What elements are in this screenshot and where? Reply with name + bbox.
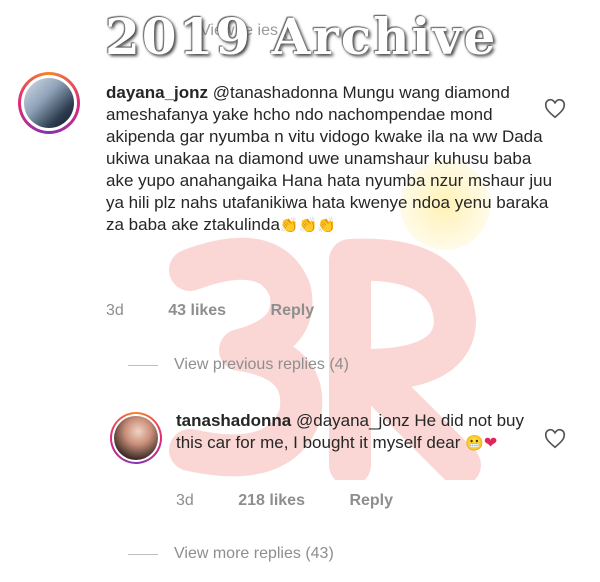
comment-likes[interactable]: 218 likes [238,492,305,509]
reply-button[interactable]: Reply [271,302,315,319]
divider [128,364,158,366]
reply-button[interactable]: Reply [349,492,393,509]
view-replies-label: View previous replies (4) [174,356,349,373]
comment-username[interactable]: tanashadonna [176,411,291,430]
avatar[interactable] [110,412,162,464]
view-replies-link[interactable]: View previous replies (4) [128,356,349,374]
grimace-emoji: 😬 [465,435,484,452]
comment-username[interactable]: dayana_jonz [106,83,208,102]
comment-meta: 3d 218 likes Reply [176,492,433,510]
comment-time: 3d [106,302,124,319]
view-replies-link[interactable]: View more replies (43) [128,545,334,563]
view-replies-label: View more replies (43) [174,545,334,562]
heart-outline-icon[interactable] [544,428,566,450]
comment-meta: 3d 43 likes Reply [106,302,354,320]
comment-body: dayana_jonz @tanashadonna Mungu wang dia… [106,82,554,237]
divider [128,553,158,555]
comment-text: @tanashadonna Mungu wang diamond ameshaf… [106,83,553,234]
avatar-photo [114,416,158,460]
heart-emoji: ❤ [483,435,498,452]
avatar[interactable] [18,72,80,134]
reply-body: tanashadonna @dayana_jonz He did not buy… [176,410,546,455]
comment-time: 3d [176,492,194,509]
heart-outline-icon[interactable] [544,98,566,120]
clap-emoji: 👏👏👏 [279,217,336,234]
comment-likes[interactable]: 43 likes [168,302,226,319]
avatar-photo [24,78,74,128]
watermark-title: 2019 Archive [105,7,498,66]
